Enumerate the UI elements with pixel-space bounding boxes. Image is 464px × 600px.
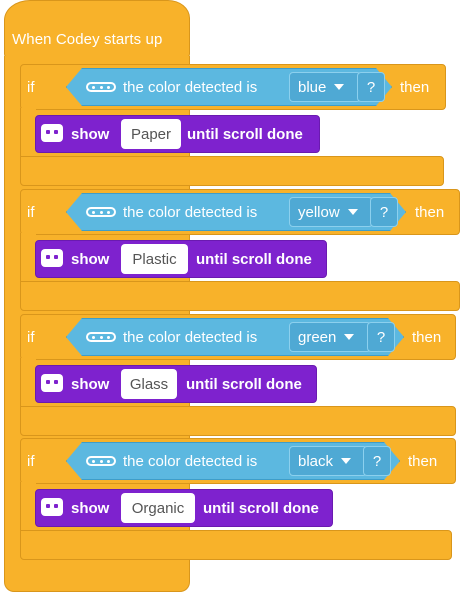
show-label: show [71,126,110,143]
then-label: then [408,453,438,470]
if-label: if [27,204,35,221]
until-scroll-done-label: until scroll done [187,126,303,143]
color-sensor-icon [86,456,116,466]
color-dropdown-4[interactable]: black [289,446,367,476]
hat-block-label: When Codey starts up [12,31,163,48]
if-block-3-bottom [20,406,456,436]
if-label: if [27,329,35,346]
display-icon [41,124,63,142]
question-mark: ? [370,197,398,227]
show-label: show [71,251,110,268]
if-block-1-bottom [20,156,444,186]
if-block-1-arm [20,108,36,158]
then-label: then [412,329,442,346]
caret-down-icon [341,458,352,464]
show-label: show [71,376,110,393]
color-sensor-icon [86,82,116,92]
show-text-field-2[interactable]: Plastic [121,244,188,274]
question-mark: ? [363,446,391,476]
until-scroll-done-label: until scroll done [196,251,312,268]
then-label: then [400,79,430,96]
show-text-field-3[interactable]: Glass [121,369,177,399]
color-dropdown-3[interactable]: green [289,322,371,352]
condition-label: the color detected is [123,204,258,221]
caret-down-icon [347,209,358,215]
if-block-4-bottom [20,530,452,560]
color-sensor-icon [86,207,116,217]
display-icon [41,498,63,516]
color-dropdown-1[interactable]: blue [289,72,361,102]
display-icon [41,374,63,392]
caret-down-icon [344,334,355,340]
dropdown-value: black [298,452,334,470]
color-sensor-icon [86,332,116,342]
if-block-4-arm [20,482,36,532]
when-codey-starts-up-block[interactable] [4,0,190,58]
question-mark: ? [357,72,385,102]
show-text-field-1[interactable]: Paper [121,119,181,149]
question-mark: ? [367,322,395,352]
condition-label: the color detected is [123,329,258,346]
dropdown-value: green [298,328,337,346]
if-label: if [27,79,35,96]
until-scroll-done-label: until scroll done [186,376,302,393]
show-label: show [71,500,110,517]
color-dropdown-2[interactable]: yellow [289,197,373,227]
then-label: then [415,204,445,221]
until-scroll-done-label: until scroll done [203,500,319,517]
dropdown-value: yellow [298,203,340,221]
if-block-3-arm [20,358,36,408]
show-text-field-4[interactable]: Organic [121,493,195,523]
condition-label: the color detected is [123,453,258,470]
dropdown-value: blue [298,78,327,96]
if-block-2-bottom [20,281,460,311]
if-label: if [27,453,35,470]
if-block-2-arm [20,233,36,283]
condition-label: the color detected is [123,79,258,96]
caret-down-icon [334,84,345,90]
display-icon [41,249,63,267]
